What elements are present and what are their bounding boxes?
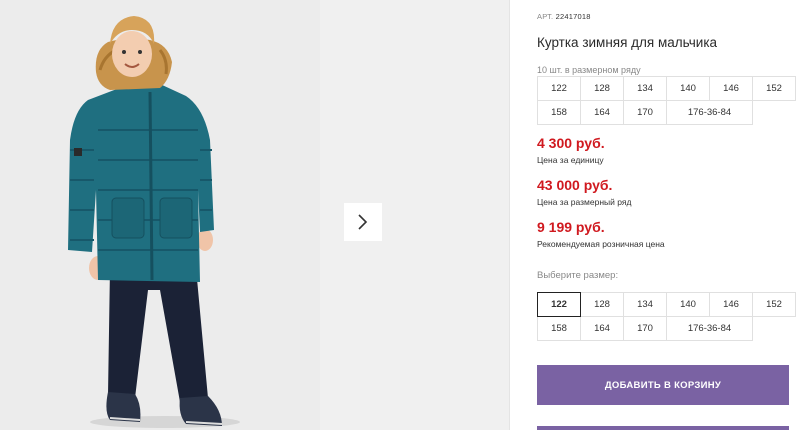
size-option-selected[interactable]: 122	[537, 292, 581, 317]
size-row-cell: 176-36-84	[666, 100, 753, 125]
size-row-cell: 164	[580, 100, 624, 125]
unit-price-label: Цена за единицу	[537, 155, 604, 165]
next-photo-button[interactable]	[344, 203, 382, 241]
add-to-cart-button[interactable]: ДОБАВИТЬ В КОРЗИНУ	[537, 365, 789, 405]
size-row-cell: 134	[623, 76, 667, 101]
retail-price: 9 199 руб.	[537, 219, 605, 235]
size-row-cell: 170	[623, 100, 667, 125]
chevron-right-icon	[358, 214, 368, 230]
retail-price-label: Рекомендуемая розничная цена	[537, 239, 665, 249]
product-title: Куртка зимняя для мальчика	[537, 35, 718, 50]
size-row-cell: 146	[709, 76, 753, 101]
pack-note: 10 шт. в размерном ряду	[537, 65, 641, 75]
row-price-label: Цена за размерный ряд	[537, 197, 632, 207]
article-number: АРТ. 22417018	[537, 12, 591, 21]
row-price: 43 000 руб.	[537, 177, 613, 193]
product-photo	[0, 0, 320, 430]
size-option[interactable]: 140	[666, 292, 710, 317]
boy-in-winter-jacket-image	[0, 0, 320, 430]
size-selector: 122 128 134 140 146 152 158 164 170 176-…	[537, 292, 796, 341]
article-value: 22417018	[555, 12, 591, 21]
size-row-cell: 152	[752, 76, 796, 101]
size-option[interactable]: 158	[537, 316, 581, 341]
product-page: АРТ. 22417018 Куртка зимняя для мальчика…	[0, 0, 800, 430]
size-option[interactable]: 128	[580, 292, 624, 317]
size-row-cell: 128	[580, 76, 624, 101]
size-option[interactable]: 152	[752, 292, 796, 317]
article-prefix: АРТ.	[537, 12, 554, 21]
unit-price: 4 300 руб.	[537, 135, 605, 151]
size-option[interactable]: 134	[623, 292, 667, 317]
next-button-edge[interactable]	[537, 426, 789, 430]
size-row-table: 122 128 134 140 146 152 158 164 170 176-…	[537, 76, 796, 125]
choose-size-label: Выберите размер:	[537, 270, 619, 281]
size-option[interactable]: 176-36-84	[666, 316, 753, 341]
size-option[interactable]: 146	[709, 292, 753, 317]
size-row-cell: 140	[666, 76, 710, 101]
size-row-cell: 122	[537, 76, 581, 101]
size-row-cell: 158	[537, 100, 581, 125]
next-photo-panel	[320, 0, 510, 430]
size-option[interactable]: 164	[580, 316, 624, 341]
size-option[interactable]: 170	[623, 316, 667, 341]
